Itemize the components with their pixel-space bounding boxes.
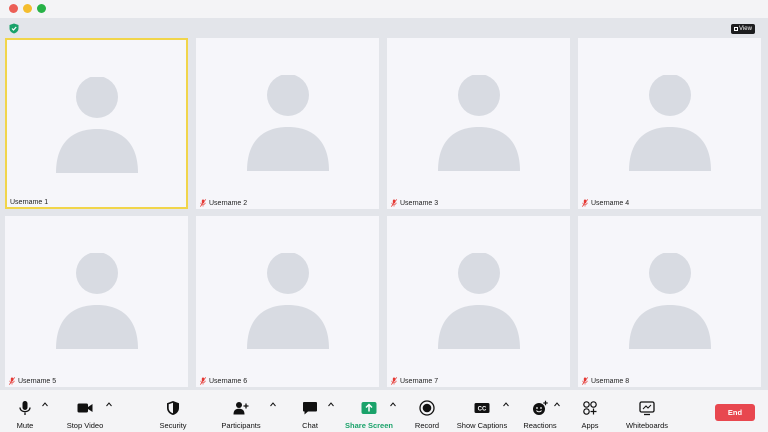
security-button[interactable]: Security bbox=[153, 390, 193, 432]
mic-muted-icon bbox=[582, 199, 588, 207]
participant-tile-1[interactable]: Username 1 bbox=[5, 38, 188, 209]
avatar-placeholder-icon bbox=[437, 75, 520, 171]
grid-icon bbox=[734, 27, 739, 31]
view-button-label: View bbox=[739, 26, 752, 32]
participant-name: Username 3 bbox=[391, 198, 438, 208]
participant-tile-3[interactable]: Username 3 bbox=[387, 38, 570, 209]
apps-grid-icon bbox=[583, 401, 597, 415]
window-close-button[interactable] bbox=[9, 4, 18, 13]
closed-captions-icon: CC bbox=[474, 403, 490, 413]
participant-tile-7[interactable]: Username 7 bbox=[387, 216, 570, 387]
shield-check-icon[interactable] bbox=[9, 23, 19, 34]
whiteboards-button[interactable]: Whiteboards bbox=[624, 390, 670, 432]
avatar-placeholder-icon bbox=[246, 75, 329, 171]
shield-icon bbox=[167, 401, 179, 415]
mute-button[interactable]: Mute bbox=[10, 390, 40, 432]
window-titlebar bbox=[0, 0, 768, 18]
video-options-chevron-up-icon[interactable] bbox=[106, 402, 112, 407]
participant-name: Username 2 bbox=[200, 198, 247, 208]
participant-tile-8[interactable]: Username 8 bbox=[578, 216, 761, 387]
share-options-chevron-up-icon[interactable] bbox=[390, 402, 396, 407]
avatar-placeholder-icon bbox=[246, 253, 329, 349]
whiteboard-icon bbox=[639, 401, 655, 416]
apps-button[interactable]: Apps bbox=[576, 390, 604, 432]
mic-muted-icon bbox=[582, 377, 588, 385]
avatar-placeholder-icon bbox=[55, 77, 138, 173]
participants-button[interactable]: Participants bbox=[215, 390, 267, 432]
participant-tile-5[interactable]: Username 5 bbox=[5, 216, 188, 387]
chat-bubble-icon bbox=[303, 402, 317, 415]
record-button[interactable]: Record bbox=[411, 390, 443, 432]
video-camera-icon bbox=[77, 403, 93, 413]
chat-button[interactable]: Chat bbox=[296, 390, 324, 432]
participant-tile-4[interactable]: Username 4 bbox=[578, 38, 761, 209]
end-meeting-button[interactable]: End bbox=[715, 404, 755, 421]
participant-tile-6[interactable]: Username 6 bbox=[196, 216, 379, 387]
mic-muted-icon bbox=[200, 377, 206, 385]
share-screen-button[interactable]: Share Screen bbox=[344, 390, 394, 432]
chat-options-chevron-up-icon[interactable] bbox=[328, 402, 334, 407]
mic-muted-icon bbox=[9, 377, 15, 385]
show-captions-button[interactable]: CC Show Captions bbox=[454, 390, 510, 432]
participant-name: Username 8 bbox=[582, 376, 629, 386]
participant-name: Username 7 bbox=[391, 376, 438, 386]
microphone-icon bbox=[19, 401, 31, 415]
mute-options-chevron-up-icon[interactable] bbox=[42, 402, 48, 407]
captions-options-chevron-up-icon[interactable] bbox=[503, 402, 509, 407]
svg-text:CC: CC bbox=[478, 407, 487, 413]
participant-name: Username 1 bbox=[10, 198, 49, 206]
avatar-placeholder-icon bbox=[437, 253, 520, 349]
mic-muted-icon bbox=[391, 377, 397, 385]
participant-name: Username 4 bbox=[582, 198, 629, 208]
window-maximize-button[interactable] bbox=[37, 4, 46, 13]
mic-muted-icon bbox=[391, 199, 397, 207]
mic-muted-icon bbox=[200, 199, 206, 207]
reactions-button[interactable]: Reactions bbox=[521, 390, 559, 432]
avatar-placeholder-icon bbox=[55, 253, 138, 349]
add-person-icon bbox=[233, 402, 249, 415]
stop-video-button[interactable]: Stop Video bbox=[62, 390, 108, 432]
record-icon bbox=[419, 400, 435, 416]
participant-name: Username 5 bbox=[9, 376, 56, 386]
view-button[interactable]: View bbox=[731, 24, 755, 34]
participant-name: Username 6 bbox=[200, 376, 247, 386]
meeting-toolbar: Mute Stop Video Security Participants Ch… bbox=[0, 390, 768, 432]
participant-tile-2[interactable]: Username 2 bbox=[196, 38, 379, 209]
reactions-options-chevron-up-icon[interactable] bbox=[554, 402, 560, 407]
share-screen-arrow-icon bbox=[361, 402, 377, 414]
window-minimize-button[interactable] bbox=[23, 4, 32, 13]
avatar-placeholder-icon bbox=[628, 75, 711, 171]
emoji-add-icon bbox=[533, 400, 548, 415]
participants-options-chevron-up-icon[interactable] bbox=[270, 402, 276, 407]
avatar-placeholder-icon bbox=[628, 253, 711, 349]
